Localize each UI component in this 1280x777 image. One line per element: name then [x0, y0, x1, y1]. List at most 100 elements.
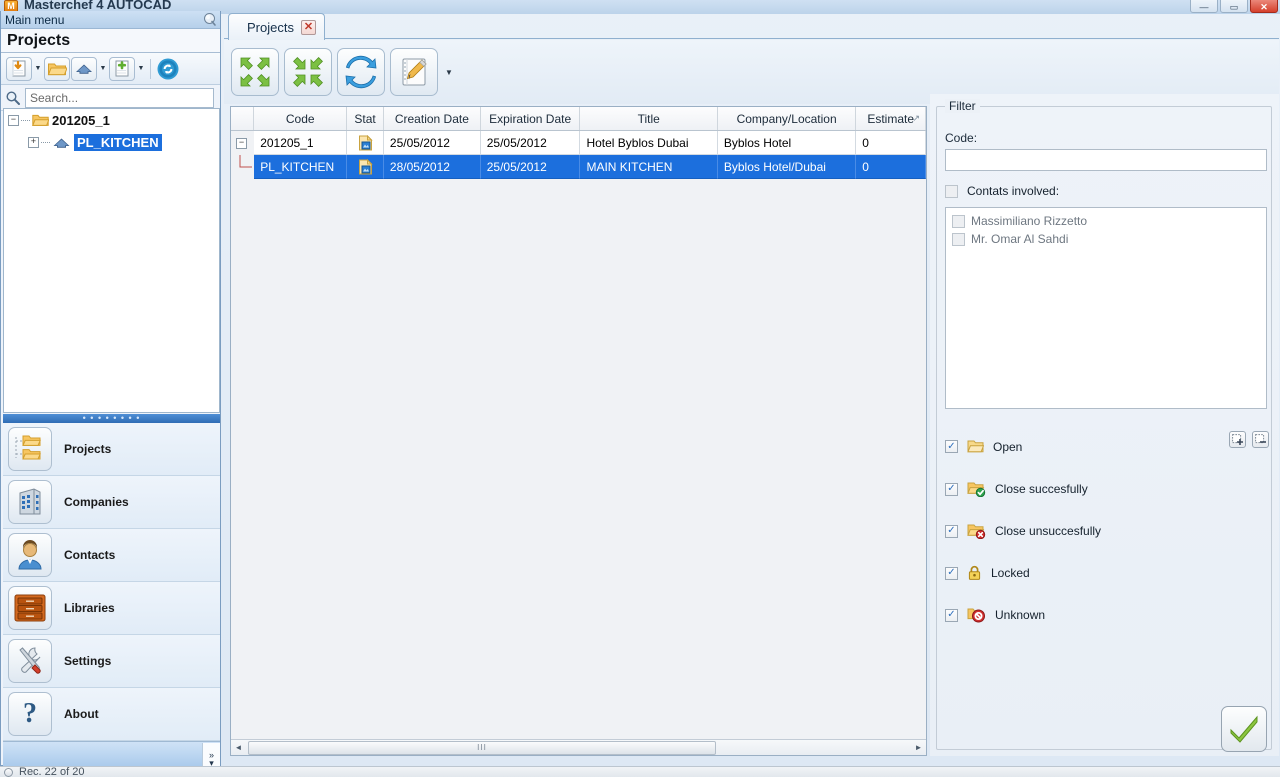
tab-close-icon[interactable]: ✕	[300, 19, 316, 35]
tree-connector	[21, 119, 30, 121]
sidebar-item-projects[interactable]: Projects	[3, 423, 220, 476]
status-label: Unknown	[995, 608, 1046, 622]
edit-notes-button[interactable]	[390, 48, 438, 96]
deselect-all-button[interactable]	[1252, 431, 1269, 448]
refresh-button[interactable]	[155, 57, 181, 81]
status-filter-locked[interactable]: ✓ Locked	[945, 565, 1030, 581]
dock-caption-label: Main menu	[5, 12, 65, 27]
column-header-creation-date[interactable]: Creation Date	[384, 107, 481, 130]
tab-strip: Projects ✕	[224, 11, 1279, 40]
sidebar-item-companies[interactable]: Companies	[3, 476, 220, 529]
tab-label: Projects	[247, 19, 294, 35]
status-bar-text: Rec. 22 of 20	[19, 766, 85, 777]
person-icon	[8, 533, 52, 577]
status-checkbox[interactable]: ✓	[945, 608, 958, 622]
list-item[interactable]: Massimiliano Rizzetto	[946, 212, 1266, 230]
cell-expiration-date: 25/05/2012	[480, 155, 581, 179]
status-checkbox[interactable]: ✓	[945, 524, 958, 538]
grid-horizontal-scrollbar[interactable]: ◄ III ►	[231, 739, 926, 755]
status-filter-open[interactable]: ✓ Open	[945, 439, 1022, 454]
status-filter-close-unsuccessfully[interactable]: ✓ Close unsuccesfully	[945, 523, 1101, 539]
search-input[interactable]	[25, 87, 214, 108]
page-title: Projects	[1, 29, 220, 53]
column-label: Title	[637, 111, 660, 126]
column-header-estimate[interactable]: Estimate ↗	[856, 107, 927, 130]
navigation-menu: Projects Companies Contacts Libraries Se…	[3, 423, 220, 741]
tree-line-icon	[239, 155, 252, 168]
list-item[interactable]: Mr. Omar Al Sahdi	[946, 230, 1266, 248]
column-label: Stat	[354, 111, 376, 126]
column-header-title[interactable]: Title	[580, 107, 718, 130]
tree-expander[interactable]: −	[8, 114, 19, 126]
dock-caption: Main menu	[1, 11, 220, 29]
contacts-involved-checkbox[interactable]	[945, 184, 958, 198]
new-job-dropdown[interactable]: ▼	[98, 58, 108, 80]
row-expander-cell: −	[231, 131, 255, 155]
column-header-code[interactable]: Code	[254, 107, 348, 130]
contact-checkbox[interactable]	[952, 214, 965, 228]
new-job-button[interactable]	[71, 56, 97, 81]
tree-node-child[interactable]: + PL_KITCHEN	[4, 131, 219, 153]
add-item-dropdown[interactable]: ▼	[136, 58, 146, 80]
document-blue-icon	[358, 134, 373, 151]
sidebar-item-about[interactable]: ? About	[3, 688, 220, 741]
column-label: Code	[285, 111, 315, 126]
scrollbar-track[interactable]: III	[246, 740, 911, 755]
grid-header-indent	[231, 107, 255, 130]
column-header-company-location[interactable]: Company/Location	[718, 107, 857, 130]
contact-checkbox[interactable]	[952, 232, 965, 246]
status-filter-close-successfully[interactable]: ✓ Close succesfully	[945, 481, 1088, 497]
sidebar-item-libraries[interactable]: Libraries	[3, 582, 220, 635]
scroll-left-icon[interactable]: ◄	[231, 743, 246, 752]
new-project-dropdown[interactable]: ▼	[33, 58, 43, 80]
add-item-button[interactable]	[109, 56, 135, 81]
projects-grid: Code Stat Creation Date Expiration Date …	[230, 106, 927, 756]
tree-node-label: 201205_1	[52, 112, 110, 128]
column-label: Creation Date	[394, 111, 469, 126]
dock-splitter[interactable]: • • • • • • • •	[3, 414, 220, 423]
cell-title: Hotel Byblos Dubai	[580, 131, 718, 155]
close-icon: ✕	[1260, 2, 1268, 12]
tree-node-root[interactable]: − 201205_1	[4, 109, 219, 131]
status-checkbox[interactable]: ✓	[945, 566, 958, 580]
sidebar-item-label: Projects	[64, 442, 112, 456]
lock-icon	[967, 565, 982, 581]
edit-notes-dropdown[interactable]: ▼	[445, 68, 453, 77]
column-label: Estimate	[867, 111, 914, 126]
pin-icon[interactable]	[202, 12, 217, 27]
folder-error-icon	[967, 523, 986, 539]
folder-check-icon	[967, 481, 986, 497]
status-checkbox[interactable]: ✓	[945, 482, 958, 496]
sidebar-item-label: Companies	[64, 495, 129, 509]
document-blue-icon	[358, 158, 373, 175]
tree-expander[interactable]: +	[28, 136, 39, 148]
tab-projects[interactable]: Projects ✕	[228, 13, 325, 40]
cell-stat	[347, 131, 384, 155]
project-tree[interactable]: − 201205_1 + PL_KITCHEN	[3, 108, 220, 413]
select-all-button[interactable]	[1229, 431, 1246, 448]
collapse-all-button[interactable]	[284, 48, 332, 96]
refresh-button[interactable]	[337, 48, 385, 96]
status-label: Close succesfully	[995, 482, 1088, 496]
sidebar-item-settings[interactable]: Settings	[3, 635, 220, 688]
folder-open-icon	[967, 439, 984, 454]
scroll-right-icon[interactable]: ►	[911, 743, 926, 752]
column-header-expiration-date[interactable]: Expiration Date	[481, 107, 581, 130]
expand-all-button[interactable]	[231, 48, 279, 96]
new-project-button[interactable]	[6, 56, 32, 81]
open-folder-button[interactable]	[44, 56, 70, 81]
sidebar-item-contacts[interactable]: Contacts	[3, 529, 220, 582]
column-header-stat[interactable]: Stat	[347, 107, 384, 130]
scrollbar-thumb[interactable]: III	[248, 740, 716, 755]
sidebar-item-label: Contacts	[64, 548, 116, 562]
table-row[interactable]: − 201205_1 25/05/2012 25/05/2012 Hotel B…	[231, 131, 926, 155]
apply-filter-button[interactable]	[1221, 706, 1267, 752]
table-row[interactable]: PL_KITCHEN 28/05/2012 25/05/2012 MAIN KI…	[231, 155, 926, 179]
contacts-involved-row[interactable]: Contats involved:	[945, 184, 1059, 198]
contacts-listbox[interactable]: Massimiliano Rizzetto Mr. Omar Al Sahdi	[945, 207, 1267, 409]
row-expander[interactable]: −	[236, 137, 248, 149]
status-checkbox[interactable]: ✓	[945, 440, 958, 453]
filter-code-input[interactable]	[945, 149, 1267, 171]
green-check-icon	[1230, 715, 1258, 743]
status-filter-unknown[interactable]: ✓ Unknown	[945, 607, 1045, 623]
